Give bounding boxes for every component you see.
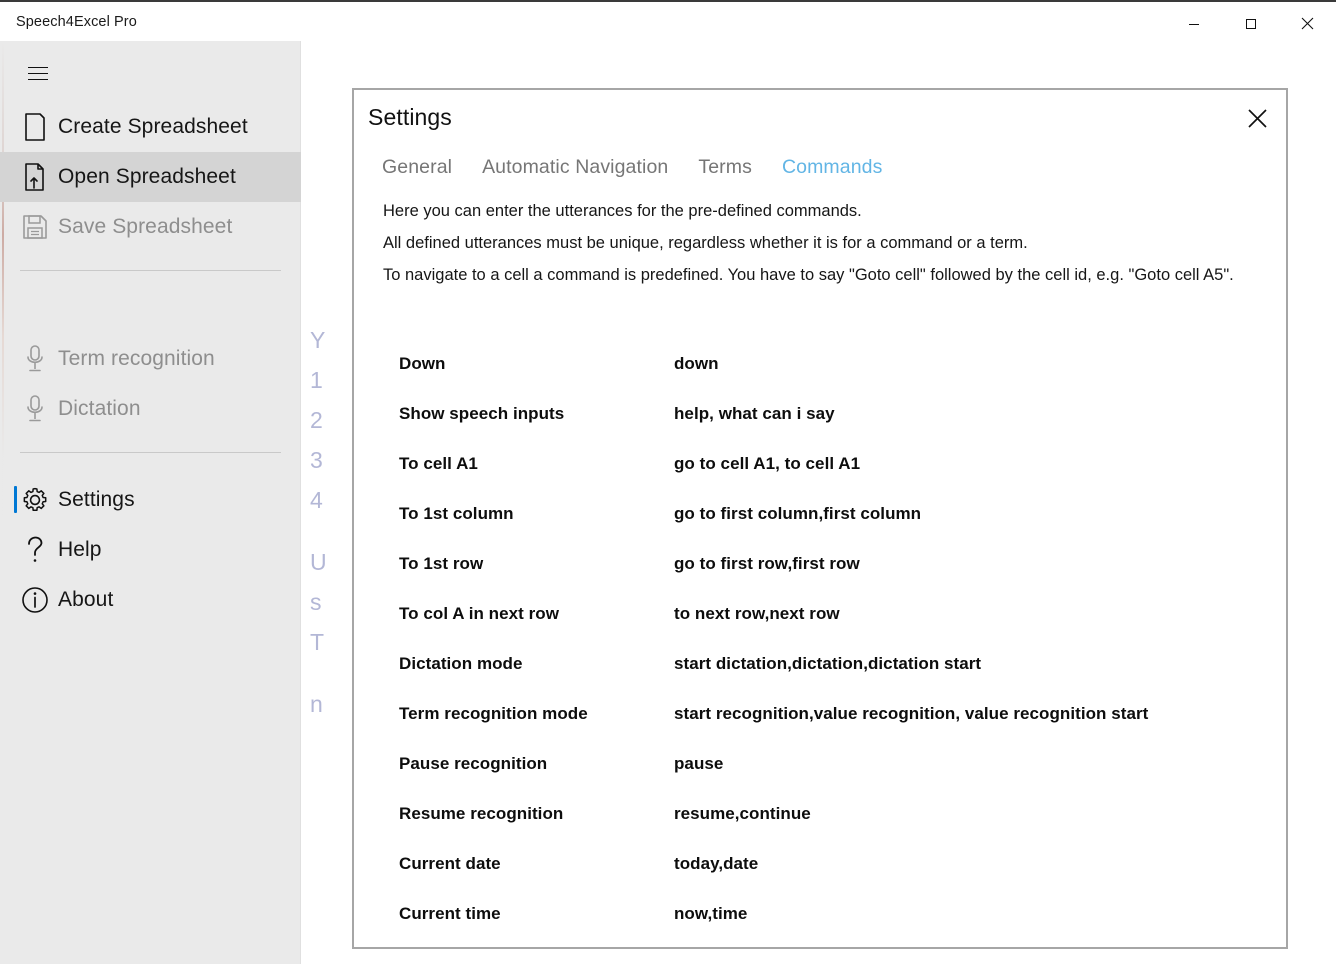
sidebar-item-label: Settings <box>58 488 135 511</box>
sidebar-item-label: Create Spreadsheet <box>58 115 248 138</box>
sidebar-item-settings[interactable]: Settings <box>0 475 301 525</box>
table-row[interactable]: To cell A1 go to cell A1, to cell A1 <box>399 454 1269 504</box>
command-name: To col A in next row <box>399 604 559 623</box>
sidebar-item-label: Open Spreadsheet <box>58 165 236 188</box>
maximize-icon <box>1245 18 1256 29</box>
title-bar: Speech4Excel Pro <box>0 0 1336 41</box>
sidebar-item-create-spreadsheet[interactable]: Create Spreadsheet <box>0 102 301 152</box>
tab-commands[interactable]: Commands <box>782 152 883 183</box>
tab-terms[interactable]: Terms <box>698 152 752 183</box>
description-line: To navigate to a cell a command is prede… <box>383 266 1234 284</box>
table-row[interactable]: To 1st row go to first row,first row <box>399 554 1269 604</box>
sidebar-item-open-spreadsheet[interactable]: Open Spreadsheet <box>0 152 301 202</box>
sidebar-item-about[interactable]: About <box>0 575 301 625</box>
command-name: To 1st column <box>399 504 514 523</box>
sidebar-item-label: Term recognition <box>58 347 215 370</box>
microphone-icon <box>12 394 58 424</box>
close-button[interactable] <box>1279 4 1336 43</box>
sidebar-item-save-spreadsheet: Save Spreadsheet <box>0 202 301 252</box>
command-name: Resume recognition <box>399 804 564 823</box>
close-icon <box>1301 17 1314 30</box>
gear-icon <box>12 487 58 513</box>
tab-automatic-navigation[interactable]: Automatic Navigation <box>482 152 668 183</box>
command-utterances: help, what can i say <box>674 404 835 423</box>
sidebar-divider <box>20 270 281 271</box>
command-utterances: go to first row,first row <box>674 554 860 573</box>
table-row[interactable]: Pause recognition pause <box>399 754 1269 804</box>
sidebar-item-label: Help <box>58 538 102 561</box>
window-controls <box>1165 4 1336 43</box>
description-line: All defined utterances must be unique, r… <box>383 234 1028 252</box>
hamburger-menu-button[interactable] <box>14 51 62 95</box>
command-utterances: start recognition,value recognition, val… <box>674 704 1149 723</box>
command-name: Current time <box>399 904 501 923</box>
command-utterances: start dictation,dictation,dictation star… <box>674 654 982 673</box>
table-row[interactable]: Show speech inputs help, what can i say <box>399 404 1269 454</box>
command-name: Pause recognition <box>399 754 548 773</box>
command-name: Down <box>399 354 446 373</box>
dialog-description: Here you can enter the utterances for th… <box>383 200 1261 286</box>
dialog-tabs: General Automatic Navigation Terms Comma… <box>382 152 912 183</box>
command-utterances: resume,continue <box>674 804 811 823</box>
microphone-icon <box>12 344 58 374</box>
command-utterances: now,time <box>674 904 748 923</box>
command-name: Dictation mode <box>399 654 523 673</box>
active-indicator <box>14 486 17 513</box>
hamburger-icon <box>28 62 48 85</box>
table-row[interactable]: Term recognition mode start recognition,… <box>399 704 1269 754</box>
sidebar-item-help[interactable]: Help <box>0 525 301 575</box>
command-name: Show speech inputs <box>399 404 565 423</box>
app-title: Speech4Excel Pro <box>16 14 137 30</box>
command-name: To 1st row <box>399 554 484 573</box>
sidebar-item-term-recognition: Term recognition <box>0 334 301 384</box>
sidebar-divider <box>20 452 281 453</box>
table-row[interactable]: To 1st column go to first column,first c… <box>399 504 1269 554</box>
dialog-close-button[interactable] <box>1234 95 1280 141</box>
commands-table: Down down Show speech inputs help, what … <box>399 354 1269 954</box>
table-row[interactable]: To col A in next row to next row,next ro… <box>399 604 1269 654</box>
command-name: Current date <box>399 854 501 873</box>
command-name: To cell A1 <box>399 454 478 473</box>
table-row[interactable]: Down down <box>399 354 1269 404</box>
dialog-title: Settings <box>368 104 452 130</box>
command-utterances: pause <box>674 754 724 773</box>
sidebar-item-label: About <box>58 588 114 611</box>
sidebar-item-label: Save Spreadsheet <box>58 215 233 238</box>
minimize-icon <box>1188 23 1199 25</box>
description-line: Here you can enter the utterances for th… <box>383 202 862 220</box>
settings-dialog: Settings General Automatic Navigation Te… <box>352 88 1288 949</box>
info-circle-icon <box>12 586 58 614</box>
table-row[interactable]: Resume recognition resume,continue <box>399 804 1269 854</box>
question-mark-icon <box>12 535 58 565</box>
table-row[interactable]: Current date today,date <box>399 854 1269 904</box>
command-name: Term recognition mode <box>399 704 588 723</box>
close-icon <box>1247 108 1267 128</box>
save-disk-icon <box>12 214 58 240</box>
dialog-header: Settings <box>354 90 1286 148</box>
table-row[interactable]: Dictation mode start dictation,dictation… <box>399 654 1269 704</box>
command-utterances: go to cell A1, to cell A1 <box>674 454 861 473</box>
open-document-icon <box>12 162 58 192</box>
minimize-button[interactable] <box>1165 4 1222 43</box>
table-row[interactable]: Current time now,time <box>399 904 1269 954</box>
command-utterances: go to first column,first column <box>674 504 922 523</box>
command-utterances: today,date <box>674 854 759 873</box>
command-utterances: down <box>674 354 719 373</box>
document-icon <box>12 112 58 142</box>
command-utterances: to next row,next row <box>674 604 840 623</box>
sidebar-item-label: Dictation <box>58 397 141 420</box>
app-window: Speech4Excel Pro Y 1 2 3 4 U s T n Creat… <box>0 0 1336 964</box>
maximize-button[interactable] <box>1222 4 1279 43</box>
tab-general[interactable]: General <box>382 152 452 183</box>
sidebar-item-dictation: Dictation <box>0 384 301 434</box>
sidebar: Create Spreadsheet Open Spreadsheet Save… <box>0 41 301 964</box>
